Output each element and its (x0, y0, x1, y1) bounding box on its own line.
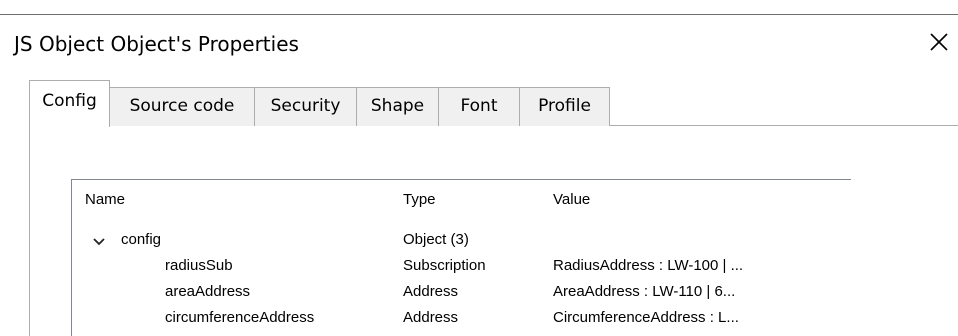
column-header-value[interactable]: Value (553, 191, 590, 208)
row-value: AreaAddress : LW-110 | 6... (553, 283, 736, 300)
row-name: config (121, 231, 162, 248)
row-name: radiusSub (165, 257, 233, 274)
row-type: Address (403, 283, 459, 300)
tab-font[interactable]: Font (438, 87, 520, 126)
row-value: RadiusAddress : LW-100 | ... (553, 257, 744, 274)
tab-profile[interactable]: Profile (519, 87, 610, 126)
tab-font-label: Font (460, 96, 498, 116)
chevron-down-icon[interactable] (92, 237, 106, 247)
row-value: CircumferenceAddress : L... (553, 309, 739, 326)
dialog-title: JS Object Object's Properties (14, 32, 299, 56)
tab-strip: Config Source code Security Shape Font P… (29, 80, 958, 127)
tab-security[interactable]: Security (254, 87, 357, 126)
close-icon (930, 33, 948, 51)
column-header-name[interactable]: Name (85, 191, 125, 208)
tab-config[interactable]: Config (29, 80, 110, 127)
tab-shape[interactable]: Shape (356, 87, 439, 126)
tab-profile-label: Profile (538, 96, 591, 116)
tab-source-code[interactable]: Source code (109, 87, 255, 126)
tab-shape-label: Shape (370, 96, 425, 116)
row-name: areaAddress (165, 283, 251, 300)
tab-security-label: Security (270, 96, 341, 116)
column-header-type[interactable]: Type (403, 191, 436, 208)
row-name: circumferenceAddress (165, 309, 315, 326)
close-button[interactable] (924, 27, 954, 57)
row-type: Subscription (403, 257, 486, 274)
tab-source-code-label: Source code (129, 96, 235, 116)
row-type: Address (403, 309, 459, 326)
window-top-edge (0, 0, 958, 15)
tab-config-label: Config (42, 91, 97, 111)
row-type: Object (3) (403, 231, 469, 248)
properties-list[interactable]: Name Type Value config Object (3) radius… (71, 179, 851, 336)
